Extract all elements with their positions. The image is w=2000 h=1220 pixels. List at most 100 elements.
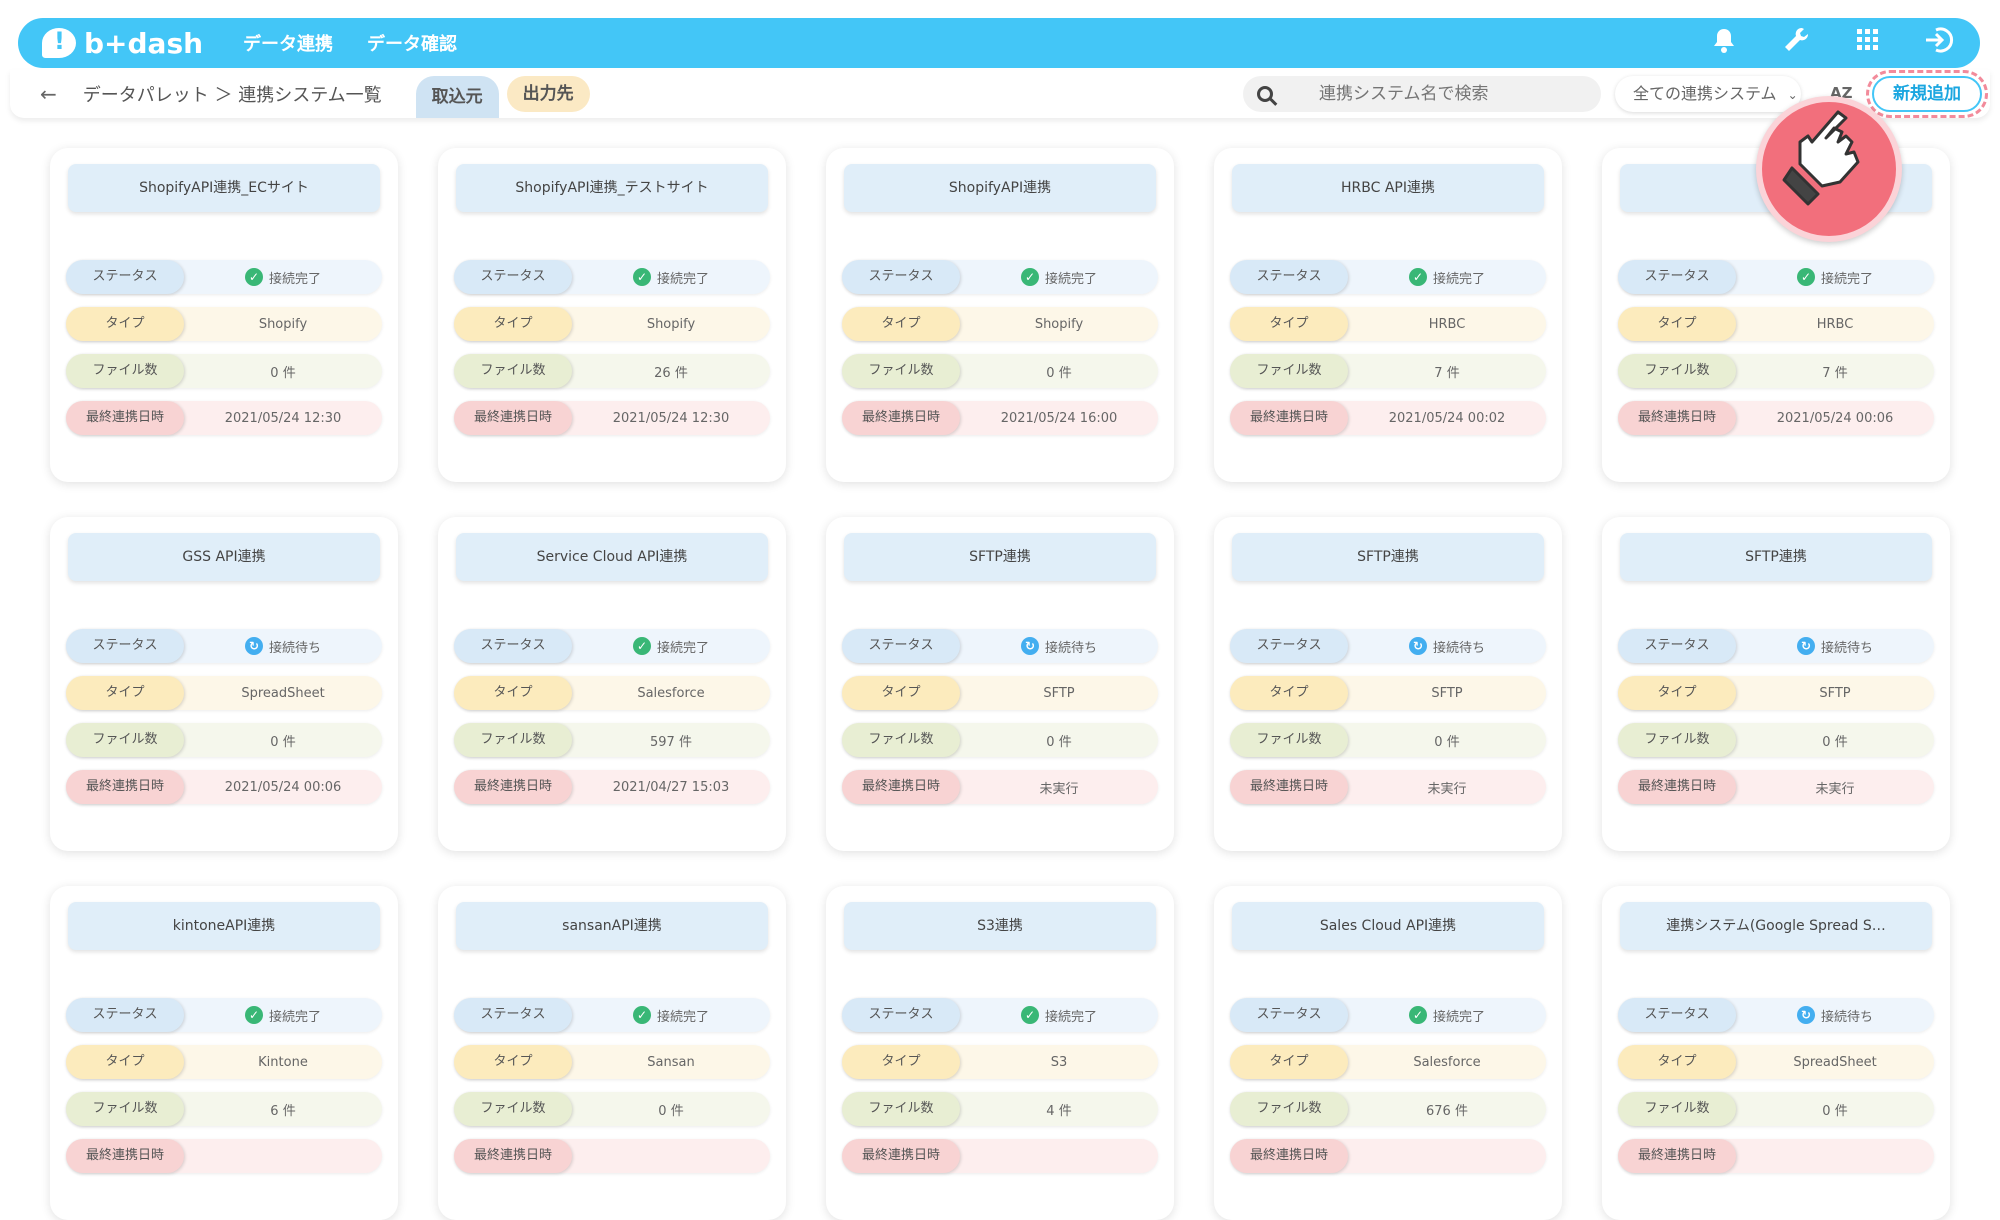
type-value: HRBC	[1428, 316, 1466, 332]
file-count-label: ファイル数	[66, 1092, 184, 1126]
search-icon	[1257, 86, 1273, 102]
system-card[interactable]: 連携システム(Google Spread S… ステータス ↻ 接続待ち タイプ Spre…	[1602, 886, 1950, 1220]
card-title: Sales Cloud API連携	[1232, 902, 1544, 950]
type-value: Shopify	[1034, 316, 1084, 332]
wrench-icon[interactable]	[1780, 26, 1812, 61]
file-count-value: 0 件	[1822, 1103, 1848, 1119]
last-sync-value: 2021/05/24 00:02	[1388, 410, 1506, 426]
last-sync-label: 最終連携日時	[1230, 770, 1348, 804]
search-input[interactable]	[1319, 84, 1579, 104]
system-card[interactable]: HRBC API連携 ステータス ✓ 接続完了 タイプ HRBC ファイル数 7 件最終連携日…	[1214, 148, 1562, 482]
card-title: SFTP連携	[844, 533, 1156, 581]
status-label: ステータス	[1230, 629, 1348, 663]
back-arrow-icon[interactable]: ←	[40, 82, 57, 106]
last-sync-row: 最終連携日時 2021/05/24 12:30	[66, 401, 382, 435]
system-card[interactable]: Service Cloud API連携 ステータス ✓ 接続完了 タイプ Salesfor…	[438, 517, 786, 851]
file-count-value: 0 件	[270, 365, 296, 381]
status-label: ステータス	[454, 998, 572, 1032]
file-count-row: ファイル数 0 件	[454, 1092, 770, 1126]
status-row: ステータス ✓ 接続完了	[66, 998, 382, 1032]
sync-circle-icon: ↻	[1796, 1006, 1815, 1024]
type-value: Kintone	[258, 1054, 308, 1070]
type-label: タイプ	[454, 1045, 572, 1079]
last-sync-label: 最終連携日時	[66, 1139, 184, 1173]
system-card[interactable]: SFTP連携 ステータス ↻ 接続待ち タイプ SFTP ファイル数 0 件最終連携日時 未実行	[826, 517, 1174, 851]
file-count-value: 4 件	[1046, 1103, 1072, 1119]
header-icons	[1708, 26, 1956, 61]
type-row: タイプ HRBC	[1618, 307, 1934, 341]
type-value: SFTP	[1431, 685, 1463, 701]
status-value: ✓ 接続完了	[960, 268, 1158, 287]
status-label: ステータス	[66, 260, 184, 294]
status-text: 接続待ち	[1820, 1009, 1873, 1025]
last-sync-row: 最終連携日時 未実行	[1618, 770, 1934, 804]
logo-bubble-icon	[42, 27, 76, 58]
type-label: タイプ	[1230, 1045, 1348, 1079]
last-sync-row: 最終連携日時 2021/04/27 15:03	[454, 770, 770, 804]
file-count-row: ファイル数 0 件	[1618, 723, 1934, 757]
file-count-value: 597 件	[650, 734, 692, 750]
status-value: ↻ 接続待ち	[1348, 637, 1546, 656]
system-card[interactable]: ShopifyAPI連携 ステータス ✓ 接続完了 タイプ Shopify ファイル数 0 件…	[826, 148, 1174, 482]
file-count-value: 6 件	[270, 1103, 296, 1119]
check-circle-icon: ✓	[1408, 268, 1427, 286]
top-navigation-bar: b+dash データ連携 データ確認	[18, 18, 1980, 68]
tab-output-destination[interactable]: 出力先	[506, 76, 590, 112]
type-value: SpreadSheet	[241, 685, 325, 701]
logout-icon[interactable]	[1924, 26, 1956, 61]
nav-data-check[interactable]: データ確認	[367, 30, 457, 56]
check-circle-icon: ✓	[1020, 268, 1039, 286]
status-text: 接続完了	[1432, 1009, 1485, 1025]
status-label: ステータス	[1230, 260, 1348, 294]
type-label: タイプ	[66, 676, 184, 710]
status-row: ステータス ↻ 接続待ち	[1230, 629, 1546, 663]
system-card[interactable]: ShopifyAPI連携_ECサイト ステータス ✓ 接続完了 タイプ Shopify ファ…	[50, 148, 398, 482]
check-circle-icon: ✓	[1796, 268, 1815, 286]
status-value: ↻ 接続待ち	[184, 637, 382, 656]
nav-data-integration[interactable]: データ連携	[243, 30, 333, 56]
type-row: タイプ S3	[842, 1045, 1158, 1079]
type-label: タイプ	[454, 676, 572, 710]
logo[interactable]: b+dash	[42, 27, 203, 60]
file-count-value: 676 件	[1426, 1103, 1468, 1119]
system-card[interactable]: Sales Cloud API連携 ステータス ✓ 接続完了 タイプ Salesforce…	[1214, 886, 1562, 1220]
last-sync-label: 最終連携日時	[66, 401, 184, 435]
status-text: 接続待ち	[1432, 640, 1485, 656]
type-label: タイプ	[842, 307, 960, 341]
check-circle-icon: ✓	[632, 268, 651, 286]
system-card[interactable]: kintoneAPI連携 ステータス ✓ 接続完了 タイプ Kintone ファイル数 6 件…	[50, 886, 398, 1220]
status-value: ✓ 接続完了	[1348, 1006, 1546, 1025]
type-value: SFTP	[1043, 685, 1075, 701]
tab-import-source[interactable]: 取込元	[415, 76, 499, 118]
last-sync-row: 最終連携日時 未実行	[1230, 770, 1546, 804]
sub-toolbar: ← データパレット ＞ 連携システム一覧 取込元 出力先 全ての連携システム ⌄…	[10, 70, 1990, 118]
type-value: Sansan	[647, 1054, 695, 1070]
card-title: HRBC API連携	[1232, 164, 1544, 212]
apps-grid-icon[interactable]	[1852, 28, 1884, 59]
last-sync-label: 最終連携日時	[1618, 401, 1736, 435]
status-text: 接続完了	[656, 1009, 709, 1025]
last-sync-label: 最終連携日時	[454, 770, 572, 804]
status-label: ステータス	[842, 629, 960, 663]
system-card[interactable]: S3連携 ステータス ✓ 接続完了 タイプ S3 ファイル数 4 件最終連携日時	[826, 886, 1174, 1220]
system-card[interactable]: GSS API連携 ステータス ↻ 接続待ち タイプ SpreadSheet ファイル数 0 …	[50, 517, 398, 851]
system-card[interactable]: SFTP連携 ステータス ↻ 接続待ち タイプ SFTP ファイル数 0 件最終連携日時 未実行	[1214, 517, 1562, 851]
status-text: 接続完了	[268, 271, 321, 287]
system-card[interactable]: ShopifyAPI連携_テストサイト ステータス ✓ 接続完了 タイプ Shopify フ…	[438, 148, 786, 482]
last-sync-row: 最終連携日時	[1230, 1139, 1546, 1173]
file-count-label: ファイル数	[66, 723, 184, 757]
type-label: タイプ	[1618, 676, 1736, 710]
bell-icon[interactable]	[1708, 27, 1740, 60]
last-sync-row: 最終連携日時 2021/05/24 12:30	[454, 401, 770, 435]
file-count-row: ファイル数 0 件	[842, 723, 1158, 757]
last-sync-label: 最終連携日時	[842, 770, 960, 804]
status-row: ステータス ✓ 接続完了	[454, 260, 770, 294]
system-card[interactable]: sansanAPI連携 ステータス ✓ 接続完了 タイプ Sansan ファイル数 0 件最終…	[438, 886, 786, 1220]
status-text: 接続完了	[656, 640, 709, 656]
status-label: ステータス	[1618, 260, 1736, 294]
type-label: タイプ	[1618, 1045, 1736, 1079]
system-card[interactable]: SFTP連携 ステータス ↻ 接続待ち タイプ SFTP ファイル数 0 件最終連携日時 未実行	[1602, 517, 1950, 851]
card-title: ShopifyAPI連携_テストサイト	[456, 164, 768, 212]
file-count-value: 7 件	[1822, 365, 1848, 381]
status-label: ステータス	[842, 260, 960, 294]
